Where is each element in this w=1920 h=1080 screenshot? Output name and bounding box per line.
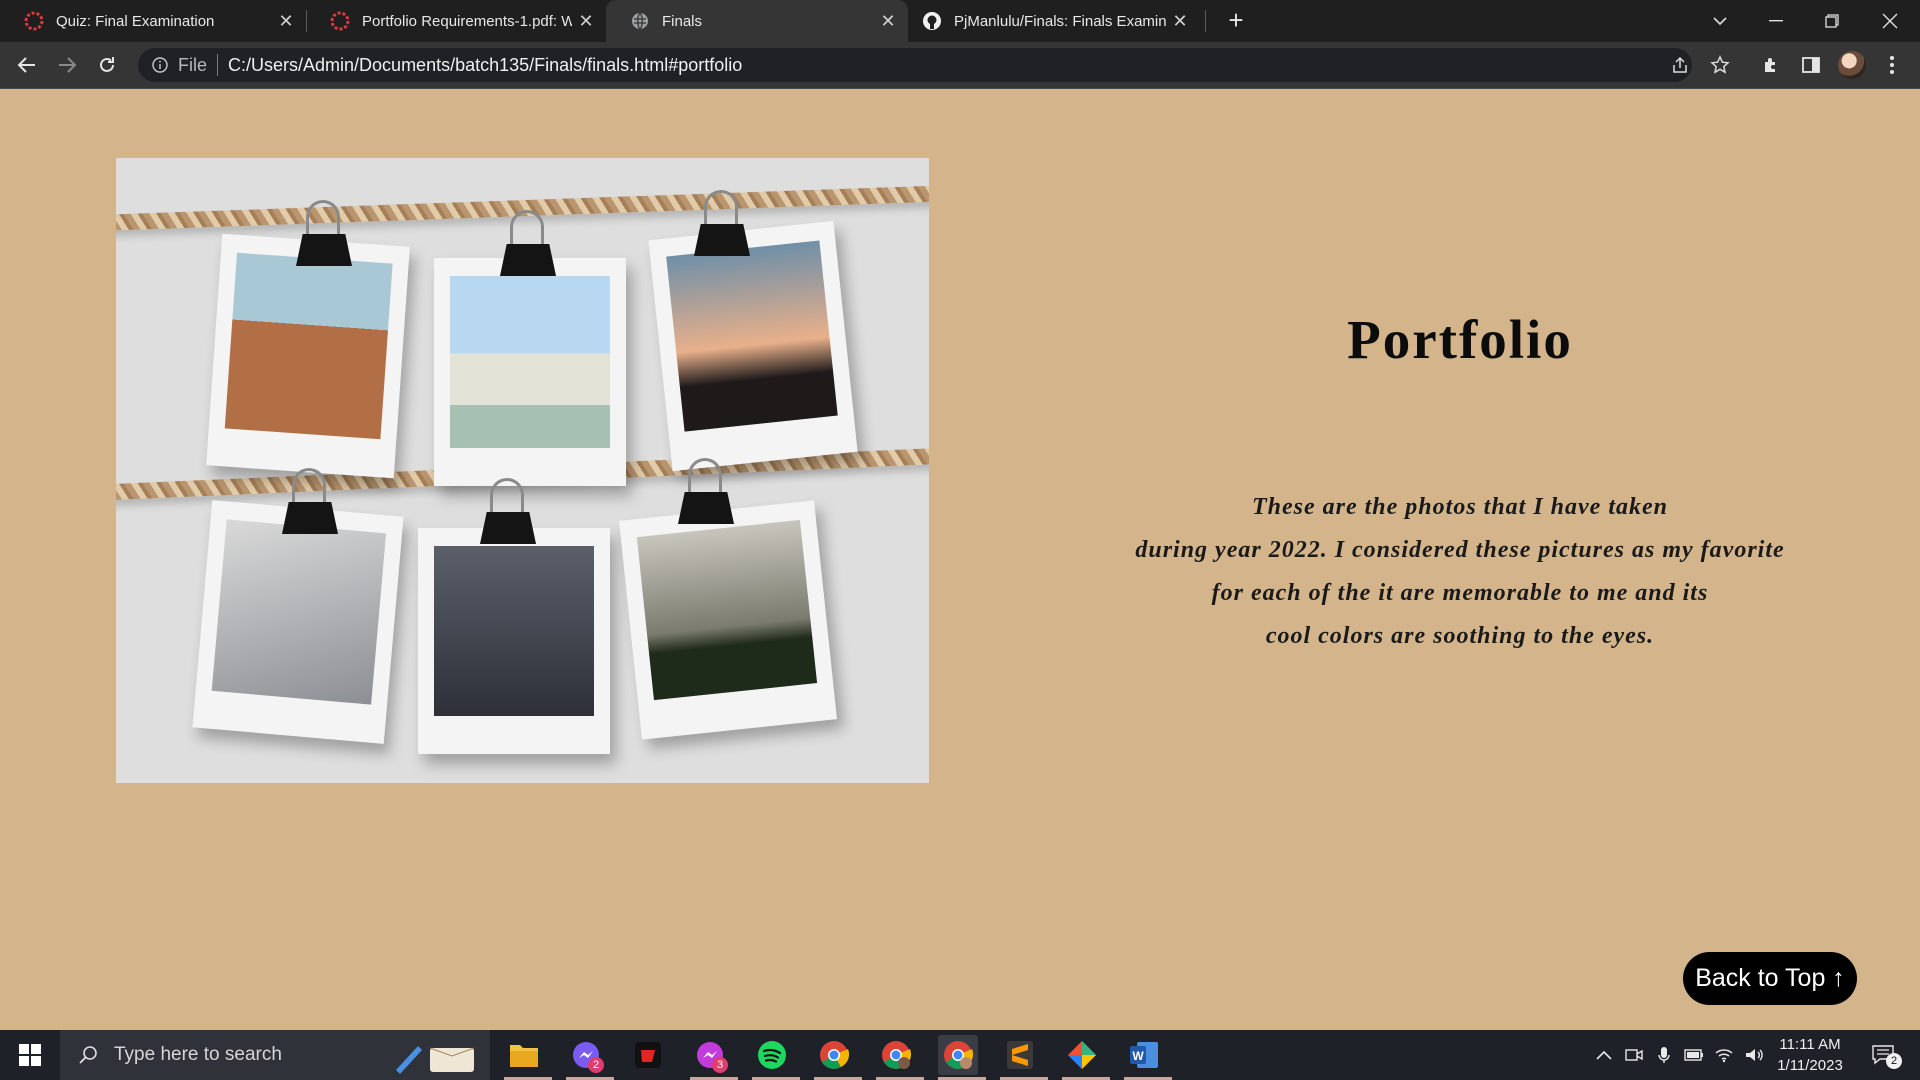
messenger-icon[interactable]: 2	[566, 1035, 614, 1080]
photo-trees-dusk	[636, 519, 818, 701]
menu-kebab-icon[interactable]	[1878, 51, 1906, 79]
side-panel-icon[interactable]	[1797, 51, 1825, 79]
taskbar-clock[interactable]: 11:11 AM 1/11/2023	[1762, 1034, 1858, 1076]
tab-title: Portfolio Requirements-1.pdf: We	[362, 12, 572, 30]
polaroid-photo-trees	[619, 500, 837, 740]
back-to-top-button[interactable]: Back to Top ↑	[1683, 952, 1857, 1005]
notification-badge: 3	[712, 1057, 728, 1073]
file-explorer-icon[interactable]	[504, 1035, 552, 1080]
reload-icon	[100, 57, 114, 72]
close-icon[interactable]: ✕	[272, 11, 300, 32]
github-icon	[922, 11, 942, 31]
notification-badge: 2	[1886, 1053, 1902, 1069]
url-text[interactable]: C:/Users/Admin/Documents/batch135/Finals…	[228, 55, 742, 76]
spotify-icon[interactable]	[752, 1035, 800, 1080]
share-icon[interactable]	[1668, 53, 1692, 77]
polaroid-photo-ferris-sky	[418, 528, 610, 754]
binder-clip	[296, 200, 352, 268]
binder-clip	[500, 210, 556, 278]
microphone-icon[interactable]	[1652, 1043, 1676, 1067]
url-scheme-label: File	[178, 54, 208, 75]
tab-title: Finals	[662, 12, 703, 30]
polaroid-photo-bottle	[206, 233, 410, 479]
url-divider	[217, 54, 219, 76]
tab-title: PjManlulu/Finals: Finals Examinat	[954, 12, 1166, 30]
start-button[interactable]	[0, 1030, 60, 1080]
polaroid-photo-ferris-wheel	[192, 500, 404, 744]
info-icon[interactable]	[150, 55, 170, 75]
description-line: during year 2022. I considered these pic…	[1135, 537, 1785, 563]
back-button[interactable]	[9, 47, 45, 83]
word-icon[interactable]: W	[1124, 1035, 1172, 1080]
search-highlight-illustration	[390, 1036, 480, 1076]
windows-taskbar: Type here to search 2 3 W 11:11 AM 1/11/…	[0, 1030, 1920, 1080]
canvas-icon	[330, 11, 350, 31]
new-tab-button[interactable]: +	[1220, 5, 1252, 37]
windows-icon	[19, 1044, 41, 1066]
battery-icon[interactable]	[1682, 1043, 1706, 1067]
garena-icon[interactable]	[628, 1035, 668, 1075]
chrome-active-icon[interactable]	[938, 1035, 986, 1080]
portfolio-description: These are the photos that I have taken d…	[1100, 486, 1820, 658]
photo-ferris-wheel	[211, 519, 387, 705]
globe-icon	[630, 11, 650, 31]
photo-sunset-street	[666, 240, 838, 432]
taskbar-search[interactable]: Type here to search	[60, 1030, 490, 1080]
tab-finals[interactable]: Finals ✕	[606, 0, 908, 42]
search-icon	[76, 1043, 100, 1067]
sublime-text-icon[interactable]	[1000, 1035, 1048, 1080]
chevron-up-icon[interactable]	[1592, 1043, 1616, 1067]
tab-quiz[interactable]: Quiz: Final Examination ✕	[0, 0, 306, 42]
photo-ferris-wheel-cloudy	[434, 546, 594, 716]
portfolio-photo-collage	[116, 158, 929, 783]
tab-github-finals[interactable]: PjManlulu/Finals: Finals Examinat ✕	[898, 0, 1200, 42]
minimize-button[interactable]	[1748, 0, 1804, 42]
notification-center-icon[interactable]: 2	[1868, 1043, 1902, 1069]
browser-tab-strip: Quiz: Final Examination ✕ Portfolio Requ…	[0, 0, 1920, 42]
photo-wooden-cabinet	[224, 252, 393, 440]
description-line: These are the photos that I have taken	[1251, 494, 1668, 520]
address-bar[interactable]: File C:/Users/Admin/Documents/batch135/F…	[138, 48, 1730, 82]
binder-clip	[678, 458, 734, 526]
messenger-app-icon[interactable]: 3	[690, 1035, 738, 1080]
description-line: for each of the it are memorable to me a…	[1211, 580, 1709, 606]
polaroid-photo-sunset	[648, 220, 858, 472]
tab-separator	[1205, 10, 1206, 32]
clock-time: 11:11 AM	[1779, 1036, 1841, 1053]
meet-now-icon[interactable]	[1622, 1043, 1646, 1067]
arrow-right-icon	[59, 57, 77, 73]
bookmark-star-icon[interactable]	[1708, 53, 1732, 77]
search-placeholder: Type here to search	[114, 1044, 282, 1065]
reload-button[interactable]	[89, 47, 125, 83]
clock-date: 1/11/2023	[1777, 1057, 1843, 1074]
tab-portfolio-pdf[interactable]: Portfolio Requirements-1.pdf: We ✕	[306, 0, 606, 42]
close-icon[interactable]: ✕	[1166, 11, 1194, 32]
tab-search-icon[interactable]	[1692, 0, 1748, 42]
restore-button[interactable]	[1804, 0, 1860, 42]
chrome-icon[interactable]	[814, 1035, 862, 1080]
binder-clip	[282, 468, 338, 536]
tab-title: Quiz: Final Examination	[56, 12, 215, 30]
photo-building-facade	[450, 276, 610, 448]
polaroid-photo-building	[434, 258, 626, 486]
profile-avatar[interactable]	[1838, 51, 1866, 79]
svg-text:W: W	[1132, 1049, 1144, 1063]
extensions-icon[interactable]	[1757, 51, 1785, 79]
canvas-icon	[24, 11, 44, 31]
close-window-button[interactable]	[1862, 0, 1918, 42]
close-icon[interactable]: ✕	[572, 11, 600, 32]
arrow-left-icon	[17, 57, 35, 73]
binder-clip	[480, 478, 536, 546]
notification-badge: 2	[588, 1057, 604, 1073]
git-icon[interactable]	[1062, 1035, 1110, 1080]
page-title: Portfolio	[1347, 309, 1573, 370]
description-line: cool colors are soothing to the eyes.	[1265, 623, 1655, 649]
binder-clip	[694, 190, 750, 258]
browser-toolbar: File C:/Users/Admin/Documents/batch135/F…	[0, 42, 1920, 89]
wifi-icon[interactable]	[1712, 1043, 1736, 1067]
chrome-profile-icon[interactable]	[876, 1035, 924, 1080]
forward-button[interactable]	[49, 47, 85, 83]
